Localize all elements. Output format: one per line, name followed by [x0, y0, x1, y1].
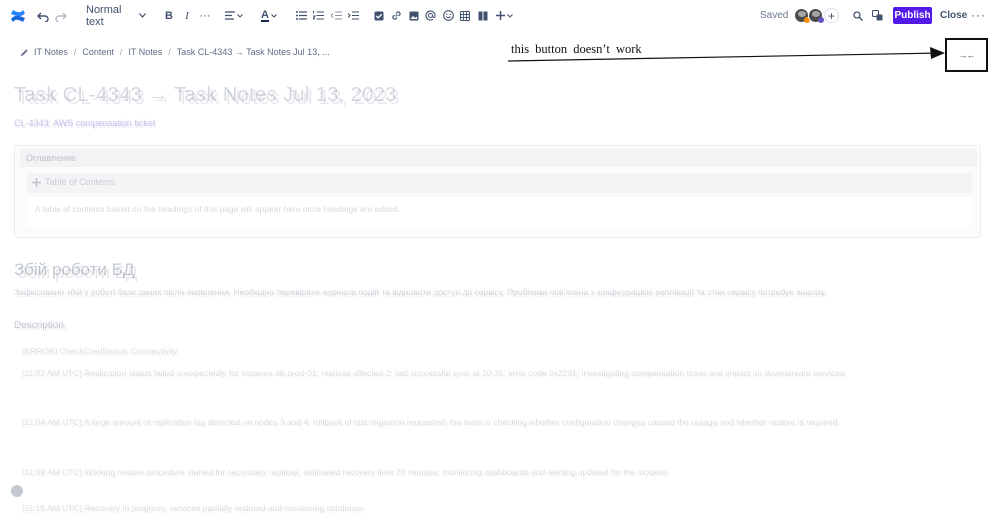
- plus-icon: [32, 178, 41, 187]
- text-style-label: Normal text: [86, 3, 122, 28]
- breadcrumb-item[interactable]: Task CL-4343 → Task Notes Jul 13, ...: [177, 47, 330, 57]
- log-paragraph[interactable]: [11:02 AM UTC] Replication status failed…: [22, 368, 967, 401]
- more-options-icon[interactable]: ···: [971, 8, 986, 22]
- undo-icon[interactable]: [36, 6, 50, 25]
- saved-status: Saved: [760, 10, 789, 21]
- log-paragraph[interactable]: [11:09 AM UTC] Working restore procedure…: [22, 467, 967, 489]
- italic-icon[interactable]: I: [181, 6, 193, 25]
- redo-icon[interactable]: [54, 6, 68, 25]
- invite-plus-icon[interactable]: +: [824, 8, 839, 23]
- indent-icon[interactable]: [347, 6, 359, 25]
- log-paragraph[interactable]: [ERROR] CheckCredStatus: Connectivity: [22, 346, 967, 357]
- find-replace-icon[interactable]: [852, 6, 864, 25]
- description-heading[interactable]: Description: [14, 320, 64, 331]
- collapse-width-button[interactable]: →←: [945, 38, 988, 72]
- expand-panel-title: Оглавление: [26, 153, 77, 163]
- editor-toolbar: Normal text B I ··· A Saved + Publish Cl…: [0, 0, 998, 31]
- breadcrumb-separator: /: [119, 47, 123, 57]
- more-formatting-icon[interactable]: ···: [198, 6, 212, 25]
- link-icon[interactable]: [390, 6, 402, 25]
- help-icon[interactable]: [11, 485, 23, 497]
- breadcrumb-item[interactable]: IT Notes: [128, 47, 162, 57]
- restrictions-icon[interactable]: [871, 6, 883, 25]
- bullet-list-icon[interactable]: [295, 6, 307, 25]
- breadcrumb-item[interactable]: IT Notes: [34, 47, 68, 57]
- outdent-icon[interactable]: [330, 6, 342, 25]
- breadcrumb: IT Notes / Content / IT Notes / Task CL-…: [20, 47, 330, 57]
- toc-placeholder-text: A table of contents based on the heading…: [35, 205, 401, 214]
- confluence-logo-icon[interactable]: [9, 7, 27, 25]
- log-paragraph[interactable]: [11:04 AM UTC] A large amount of replica…: [22, 417, 967, 450]
- expand-panel-header[interactable]: Оглавление: [20, 149, 977, 167]
- mention-icon[interactable]: [424, 6, 436, 25]
- pencil-icon: [21, 48, 28, 56]
- status-badge: [818, 17, 824, 23]
- numbered-list-icon[interactable]: [312, 6, 324, 25]
- close-button[interactable]: Close: [940, 10, 967, 21]
- text-color-icon[interactable]: A: [259, 6, 279, 25]
- action-item-icon[interactable]: [373, 6, 385, 25]
- section-heading[interactable]: Збій роботи БД: [14, 260, 134, 280]
- breadcrumb-separator: /: [73, 47, 77, 57]
- alignment-icon[interactable]: [225, 6, 243, 25]
- breadcrumb-separator: /: [168, 47, 171, 57]
- toc-macro-header[interactable]: Table of Contents: [27, 173, 972, 193]
- annotation-arrow-icon: [507, 47, 945, 62]
- log-paragraph[interactable]: [11:15 AM UTC] Recovery in progress; ser…: [22, 503, 967, 513]
- breadcrumb-item[interactable]: Content: [82, 47, 114, 57]
- page-title[interactable]: Task CL-4343 → Task Notes Jul 13, 2023: [14, 84, 397, 107]
- section-description[interactable]: Зафіксовано збій у роботі бази даних піс…: [14, 287, 984, 298]
- bold-icon[interactable]: B: [163, 6, 175, 25]
- layouts-icon[interactable]: [477, 6, 489, 25]
- toc-macro-body: A table of contents based on the heading…: [27, 197, 972, 227]
- text-style-dropdown[interactable]: Normal text: [86, 3, 146, 28]
- emoji-icon[interactable]: [442, 6, 454, 25]
- jira-link[interactable]: CL-4343: AWS compensation ticket: [14, 118, 155, 128]
- chevron-down-icon: [139, 13, 146, 18]
- expand-panel: Оглавление Table of Contents A table of …: [14, 145, 981, 238]
- collapse-arrows-icon: →←: [958, 50, 976, 60]
- image-icon[interactable]: [408, 6, 420, 25]
- table-icon[interactable]: [459, 6, 471, 25]
- publish-button[interactable]: Publish: [893, 7, 932, 24]
- insert-plus-icon[interactable]: [494, 6, 514, 25]
- toc-macro-title: Table of Contents: [45, 177, 116, 187]
